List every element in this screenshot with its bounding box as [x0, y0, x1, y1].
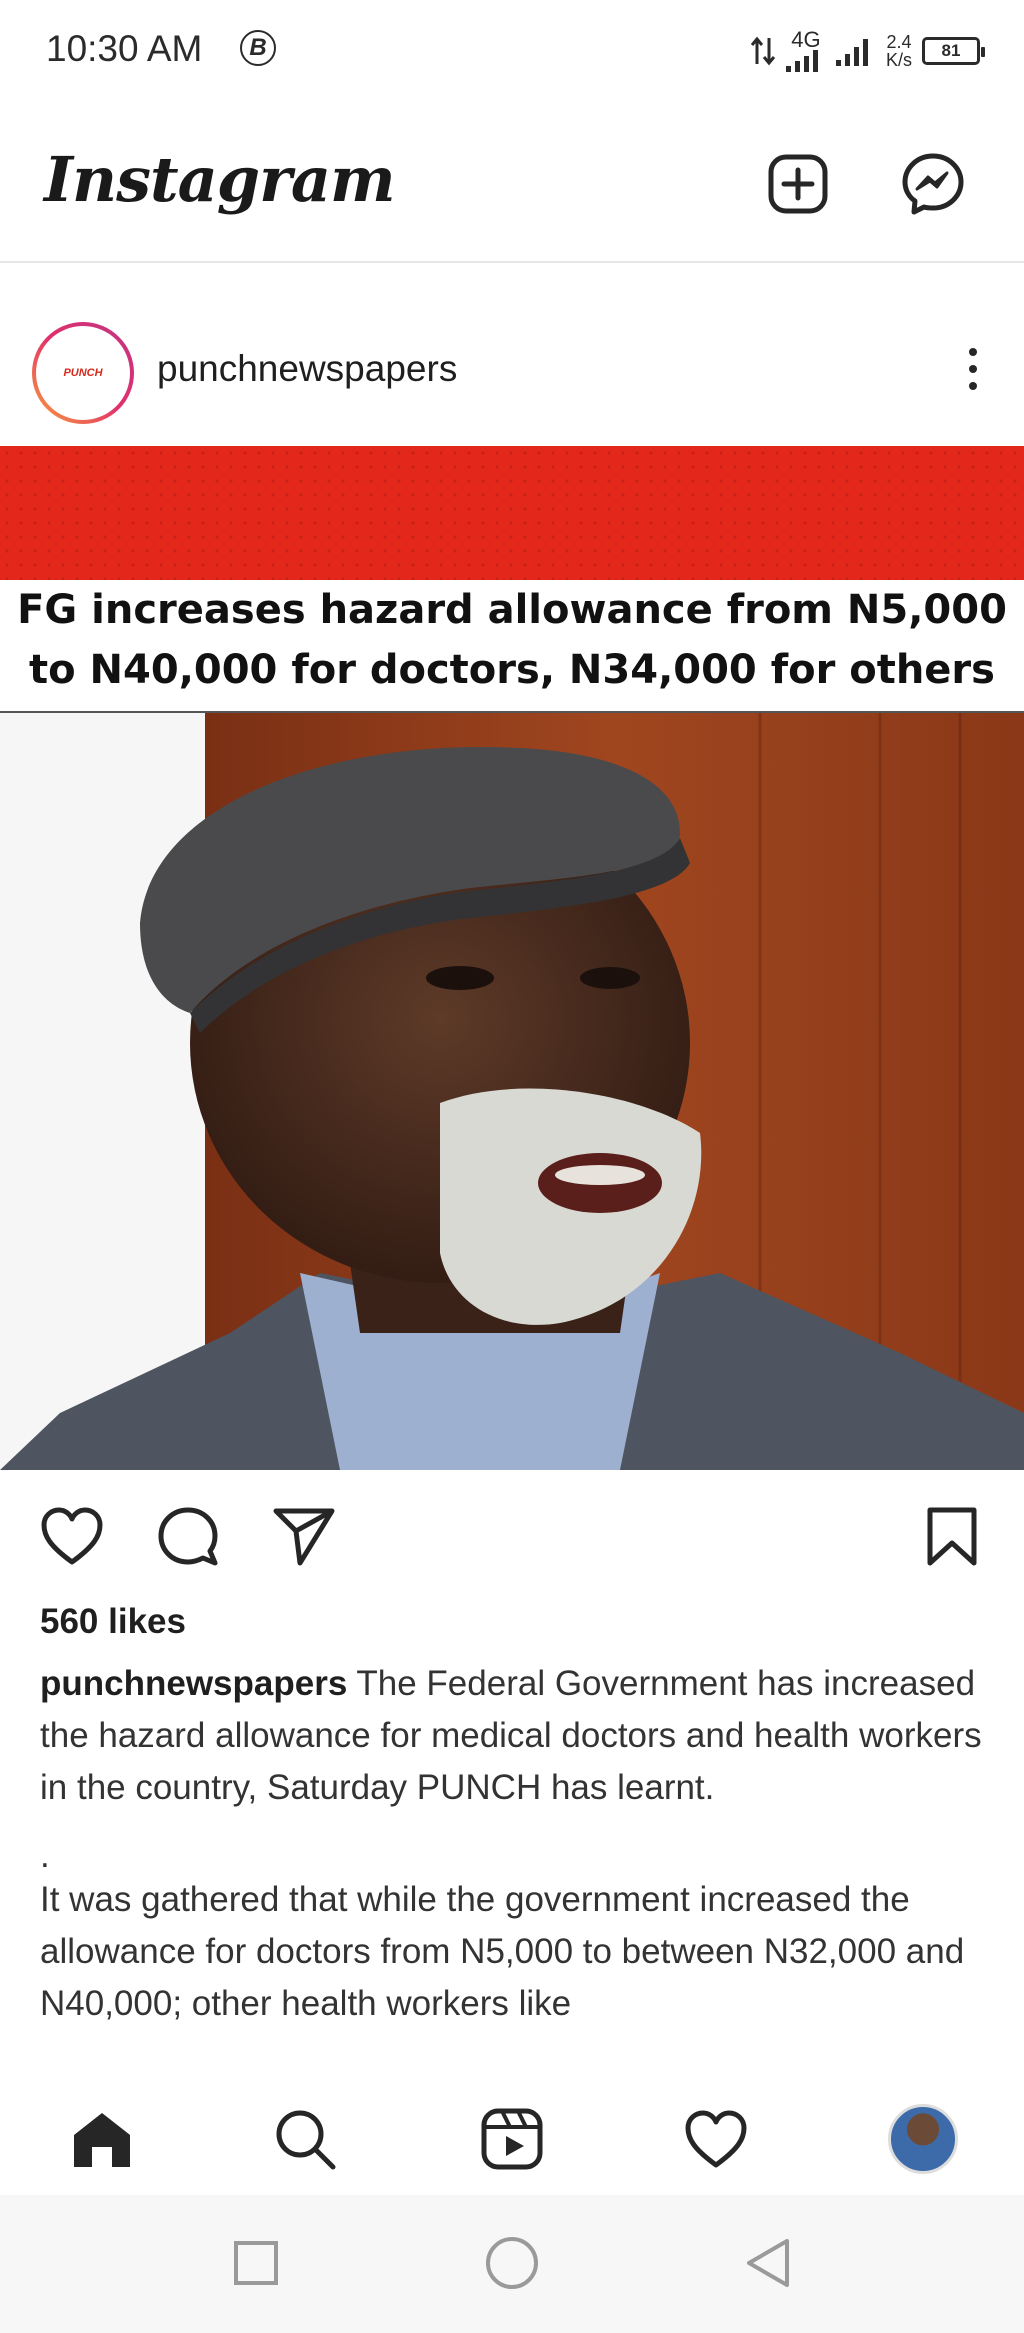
post-avatar[interactable]: PUNCH [32, 322, 134, 424]
caption-paragraph-2: It was gathered that while the governmen… [40, 1880, 965, 2023]
status-bar: 10:30 AM B 4G 2.4 K/s 81 [0, 0, 1024, 105]
likes-count[interactable]: 560 likes [40, 1602, 186, 1642]
activity-heart-icon[interactable] [676, 2099, 756, 2179]
signal-strength-icon [785, 50, 818, 72]
app-header: Instagram [0, 105, 1024, 263]
headline-line-1: FG increases hazard allowance from N5,00… [17, 587, 1007, 633]
messenger-icon[interactable] [898, 149, 968, 219]
reels-icon[interactable] [472, 2099, 552, 2179]
profile-avatar[interactable] [883, 2099, 963, 2179]
post-actions [0, 1490, 1024, 1580]
system-navigation [0, 2195, 1024, 2333]
headline-line-2: to N40,000 for doctors, N34,000 for othe… [29, 647, 995, 693]
status-indicators: 4G 2.4 K/s 81 [750, 26, 985, 76]
like-heart-icon[interactable] [36, 1500, 108, 1572]
signal-strength-2-icon [835, 39, 868, 66]
notification-badge-icon: B [240, 30, 276, 66]
more-options-icon[interactable] [958, 348, 988, 404]
post-caption: punchnewspapers The Federal Government h… [40, 1658, 985, 2078]
caption-username[interactable]: punchnewspapers [40, 1664, 347, 1703]
home-icon[interactable] [62, 2099, 142, 2179]
status-time: 10:30 AM [46, 28, 203, 69]
news-photo [0, 713, 1024, 1470]
post-image[interactable]: FG increases hazard allowance from N5,00… [0, 446, 1024, 1470]
back-triangle-icon[interactable] [738, 2233, 798, 2293]
signal-group-1: 4G [785, 27, 826, 72]
news-banner [0, 446, 1024, 580]
bottom-navigation [0, 2085, 1024, 2195]
home-circle-icon[interactable] [482, 2233, 542, 2293]
avatar-label: PUNCH [36, 326, 130, 420]
comment-icon[interactable] [152, 1500, 224, 1572]
data-transfer-icon [750, 36, 776, 66]
news-headline: FG increases hazard allowance from N5,00… [0, 580, 1024, 713]
profile-avatar-image [888, 2104, 958, 2174]
caption-paragraph-1: punchnewspapers The Federal Government h… [40, 1658, 985, 1814]
post-username[interactable]: punchnewspapers [157, 348, 457, 390]
post-header: PUNCH punchnewspapers [0, 300, 1024, 450]
search-icon[interactable] [265, 2099, 345, 2179]
speed-unit: K/s [885, 50, 912, 70]
share-send-icon[interactable] [268, 1500, 340, 1572]
recents-square-icon[interactable] [226, 2233, 286, 2293]
network-speed: 2.4 K/s [886, 33, 912, 69]
new-post-icon[interactable] [763, 149, 833, 219]
caption-separator: . [40, 1836, 50, 1875]
portrait-illustration [0, 713, 1024, 1470]
speed-value: 2.4 [886, 32, 912, 52]
save-bookmark-icon[interactable] [916, 1500, 988, 1572]
instagram-logo[interactable]: Instagram [44, 143, 396, 216]
battery-icon: 81 [922, 37, 985, 65]
network-type: 4G [791, 27, 821, 52]
